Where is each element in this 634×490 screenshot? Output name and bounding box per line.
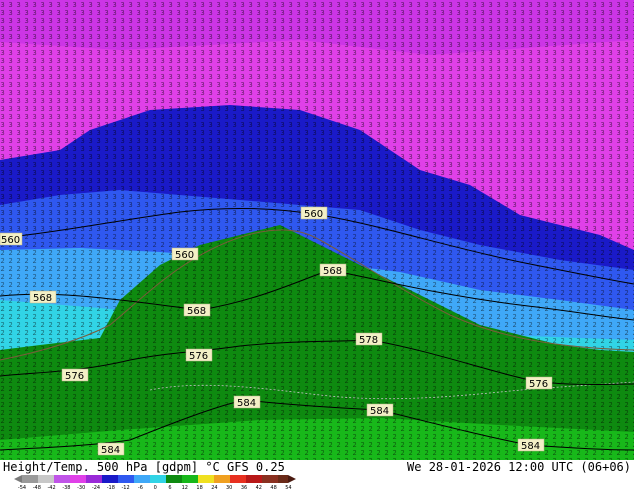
- contour-label-584-b: 584: [366, 403, 394, 417]
- contour-label-text: 560: [304, 209, 323, 220]
- colorbar-tick-label: 30: [226, 485, 232, 490]
- contour-label-text: 576: [529, 379, 548, 390]
- contour-label-text: 584: [521, 441, 540, 452]
- weather-map: 3 2 560 560 560 568 568: [0, 0, 634, 490]
- contour-label-584-c: 584: [97, 442, 125, 456]
- map-canvas: 3 2 560 560 560 568 568: [0, 0, 634, 490]
- colorbar-tick-label: -6: [138, 485, 143, 490]
- contour-label-560-c: 560: [171, 247, 199, 261]
- contour-label-568-b: 568: [29, 290, 57, 304]
- temperature-digits-overlay: [0, 0, 634, 230]
- contour-label-text: 576: [189, 351, 208, 362]
- colorbar-tick-label: -18: [107, 485, 115, 490]
- contour-label-text: 584: [101, 445, 120, 456]
- contour-label-text: 584: [237, 398, 256, 409]
- contour-label-text: 568: [33, 293, 52, 304]
- colorbar-tick-label: -42: [48, 485, 56, 490]
- contour-label-text: 576: [65, 371, 84, 382]
- colorbar: [14, 475, 296, 483]
- colorbar-tick-label: 18: [196, 485, 202, 490]
- temperature-digits-overlay-lower: [0, 230, 634, 460]
- contour-label-584-d: 584: [517, 438, 545, 452]
- contour-label-text: 568: [187, 306, 206, 317]
- contour-label-text: 584: [370, 406, 389, 417]
- contour-label-578: 578: [355, 332, 383, 346]
- contour-label-568-a: 568: [319, 263, 347, 277]
- contour-label-560-a: 560: [300, 206, 328, 220]
- colorbar-tick-label: 12: [182, 485, 188, 490]
- colorbar-tick-label: 42: [256, 485, 262, 490]
- contour-label-568-c: 568: [183, 303, 211, 317]
- colorbar-tick-label: 54: [285, 485, 291, 490]
- contour-label-576-b: 576: [61, 368, 89, 382]
- contour-label-text: 560: [175, 250, 194, 261]
- colorbar-tick-label: 24: [211, 485, 217, 490]
- contour-label-text: 568: [323, 266, 342, 277]
- contour-label-text: 578: [359, 335, 378, 346]
- colorbar-tick-label: -54: [18, 485, 26, 490]
- colorbar-tick-label: 0: [154, 485, 157, 490]
- colorbar-tick-label: 36: [241, 485, 247, 490]
- contour-label-576-c: 576: [525, 376, 553, 390]
- contour-label-text: 560: [1, 235, 20, 246]
- colorbar-tick-label: -12: [122, 485, 130, 490]
- contour-label-560-b: 560: [0, 232, 23, 246]
- contour-label-584-a: 584: [233, 395, 261, 409]
- map-title: Height/Temp. 500 hPa [gdpm] °C GFS 0.25: [3, 460, 285, 474]
- colorbar-tick-label: -48: [33, 485, 41, 490]
- colorbar-tick-label: -24: [92, 485, 100, 490]
- colorbar-tick-label: 6: [168, 485, 171, 490]
- colorbar-tick-label: -30: [77, 485, 85, 490]
- contour-label-576-a: 576: [185, 348, 213, 362]
- valid-time: We 28-01-2026 12:00 UTC (06+06): [407, 460, 631, 474]
- colorbar-tick-label: 48: [270, 485, 276, 490]
- colorbar-tick-label: -38: [62, 485, 70, 490]
